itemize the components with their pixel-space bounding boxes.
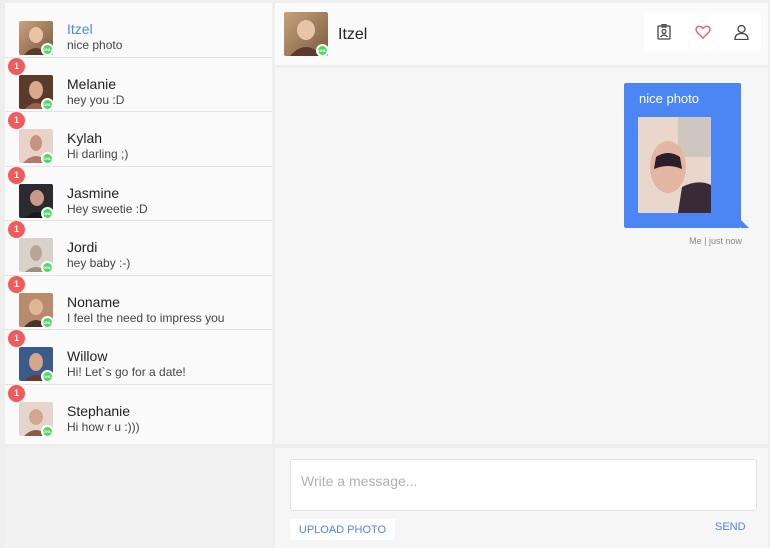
unread-badge: 1 <box>8 112 25 129</box>
message-bubble: nice photo <box>624 83 749 228</box>
contact-last-message: Hi! Let`s go for a date! <box>67 365 186 379</box>
message-meta: Me | just now <box>689 236 742 246</box>
contact-name: Kylah <box>67 130 103 146</box>
message-photo[interactable] <box>638 117 711 213</box>
message-input[interactable] <box>290 459 757 511</box>
chat-app: ONLINE Itzel nice photo 1 ONLINE Melanie… <box>0 0 770 548</box>
contact-item[interactable]: 1 ONLINE Melanie hey you :D <box>5 57 272 112</box>
upload-photo-button[interactable]: UPLOAD PHOTO <box>290 519 395 540</box>
contact-name: Stephanie <box>67 402 131 419</box>
contact-last-message: I feel the need to impress you <box>67 310 225 325</box>
online-status-icon: ONLINE <box>41 315 58 329</box>
contact-last-message: Hi darling ;) <box>67 147 129 161</box>
contact-name: Willow <box>67 348 108 364</box>
unread-badge: 1 <box>8 221 25 238</box>
send-button[interactable]: SEND <box>715 521 746 533</box>
header-actions <box>644 13 761 51</box>
message-composer: UPLOAD PHOTO SEND <box>275 448 768 548</box>
contact-last-message: Hey sweetie :D <box>67 201 148 216</box>
id-badge-icon[interactable] <box>654 22 674 42</box>
online-status-icon: ONLINE <box>316 44 333 57</box>
online-status-icon: ONLINE <box>41 261 58 274</box>
unread-badge: 1 <box>8 275 25 293</box>
chat-header: ONLINE Itzel <box>275 3 768 65</box>
contact-last-message: hey baby :-) <box>67 256 131 270</box>
contact-item[interactable]: 1 ONLINE Stephanie Hi how r u :))) <box>5 384 272 440</box>
message-text: nice photo <box>639 91 699 106</box>
chat-partner-name: Itzel <box>338 26 368 43</box>
contact-item[interactable]: 1 ONLINE Noname I feel the need to impre… <box>5 275 272 330</box>
message-thread: nice photo Me | just now <box>275 68 768 444</box>
contact-item[interactable]: 1 ONLINE Jordi hey baby :-) <box>5 221 272 276</box>
online-status-icon: ONLINE <box>41 152 58 165</box>
online-status-icon: ONLINE <box>41 97 58 111</box>
user-icon[interactable] <box>732 22 752 42</box>
contact-name: Melanie <box>67 75 117 92</box>
heart-icon[interactable] <box>693 22 713 42</box>
online-status-icon: ONLINE <box>41 424 58 438</box>
online-status-icon: ONLINE <box>41 43 58 56</box>
contact-last-message: Hi how r u :))) <box>67 419 140 434</box>
contact-name: Noname <box>67 293 120 310</box>
contact-item[interactable]: 1 ONLINE Jasmine Hey sweetie :D <box>5 166 272 221</box>
sidebar-footer <box>5 448 272 548</box>
online-status-icon: ONLINE <box>41 370 58 383</box>
contact-item[interactable]: 1 ONLINE Kylah Hi darling ;) <box>5 112 272 167</box>
contact-last-message: hey you :D <box>67 92 125 107</box>
unread-badge: 1 <box>8 330 25 347</box>
unread-badge: 1 <box>8 166 25 184</box>
unread-badge: 1 <box>8 57 25 75</box>
contact-name: Jasmine <box>67 184 120 201</box>
contact-list: ONLINE Itzel nice photo 1 ONLINE Melanie… <box>5 3 272 444</box>
contact-item[interactable]: ONLINE Itzel nice photo <box>5 3 272 58</box>
contact-name: Jordi <box>67 239 98 255</box>
contact-name: Itzel <box>67 21 93 37</box>
contact-last-message: nice photo <box>67 38 123 52</box>
unread-badge: 1 <box>8 384 25 402</box>
online-status-icon: ONLINE <box>41 206 58 220</box>
contact-item[interactable]: 1 ONLINE Willow Hi! Let`s go for a date! <box>5 330 272 385</box>
